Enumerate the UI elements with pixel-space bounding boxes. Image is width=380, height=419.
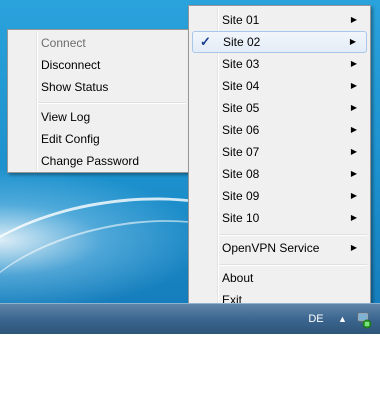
submenu-arrow-icon: ▶ <box>350 15 357 24</box>
submenu-arrow-icon: ▶ <box>350 103 357 112</box>
view-log-menu-item[interactable]: View Log <box>11 106 186 128</box>
site-01-menu-item[interactable]: Site 01 ▶ <box>192 9 367 31</box>
show-status-menu-item[interactable]: Show Status <box>11 76 186 98</box>
site-06-menu-item[interactable]: Site 06 ▶ <box>192 119 367 141</box>
openvpn-tray-icon[interactable] <box>356 311 372 329</box>
view-log-label: View Log <box>41 110 91 124</box>
site-label: Site 02 <box>223 35 261 49</box>
tray-menu: Site 01 ▶ ✓ Site 02 ▶ Site 03 ▶ Site 04 … <box>188 5 371 312</box>
change-password-label: Change Password <box>41 154 140 168</box>
site-label: Site 07 <box>222 145 260 159</box>
site-label: Site 10 <box>222 211 260 225</box>
submenu-arrow-icon: ▶ <box>350 59 357 68</box>
site-03-menu-item[interactable]: Site 03 ▶ <box>192 53 367 75</box>
openvpn-service-menu-item[interactable]: OpenVPN Service ▶ <box>192 237 367 259</box>
site-label: Site 06 <box>222 123 260 137</box>
connect-menu-item[interactable]: Connect <box>11 32 186 54</box>
site-label: Site 08 <box>222 167 260 181</box>
site-02-menu-item[interactable]: ✓ Site 02 ▶ <box>192 31 367 53</box>
about-label: About <box>222 271 254 285</box>
site-label: Site 01 <box>222 13 260 27</box>
site-05-menu-item[interactable]: Site 05 ▶ <box>192 97 367 119</box>
show-status-label: Show Status <box>41 80 109 94</box>
submenu-arrow-icon: ▶ <box>349 37 356 46</box>
taskbar: DE ▲ <box>0 303 380 334</box>
menu-separator <box>219 234 367 236</box>
disconnect-label: Disconnect <box>41 58 101 72</box>
checkmark-icon: ✓ <box>200 34 211 49</box>
about-menu-item[interactable]: About <box>192 267 367 289</box>
site-label: Site 04 <box>222 79 260 93</box>
show-hidden-icons-button[interactable]: ▲ <box>338 314 347 324</box>
site-label: Site 03 <box>222 57 260 71</box>
connect-label: Connect <box>41 36 86 50</box>
submenu-arrow-icon: ▶ <box>350 191 357 200</box>
site-10-menu-item[interactable]: Site 10 ▶ <box>192 207 367 229</box>
site-08-menu-item[interactable]: Site 08 ▶ <box>192 163 367 185</box>
connection-context-menu: Connect Disconnect Show Status View Log … <box>7 29 190 173</box>
site-label: Site 09 <box>222 189 260 203</box>
submenu-arrow-icon: ▶ <box>350 147 357 156</box>
change-password-menu-item[interactable]: Change Password <box>11 150 186 172</box>
submenu-arrow-icon: ▶ <box>350 169 357 178</box>
language-indicator[interactable]: DE <box>301 313 331 325</box>
submenu-arrow-icon: ▶ <box>350 243 357 252</box>
edit-config-menu-item[interactable]: Edit Config <box>11 128 186 150</box>
site-label: Site 05 <box>222 101 260 115</box>
submenu-arrow-icon: ▶ <box>350 125 357 134</box>
menu-separator <box>38 102 186 104</box>
menu-separator <box>219 264 367 266</box>
edit-config-label: Edit Config <box>41 132 100 146</box>
openvpn-service-label: OpenVPN Service <box>222 241 320 255</box>
disconnect-menu-item[interactable]: Disconnect <box>11 54 186 76</box>
submenu-arrow-icon: ▶ <box>350 81 357 90</box>
submenu-arrow-icon: ▶ <box>350 213 357 222</box>
site-07-menu-item[interactable]: Site 07 ▶ <box>192 141 367 163</box>
site-04-menu-item[interactable]: Site 04 ▶ <box>192 75 367 97</box>
site-09-menu-item[interactable]: Site 09 ▶ <box>192 185 367 207</box>
